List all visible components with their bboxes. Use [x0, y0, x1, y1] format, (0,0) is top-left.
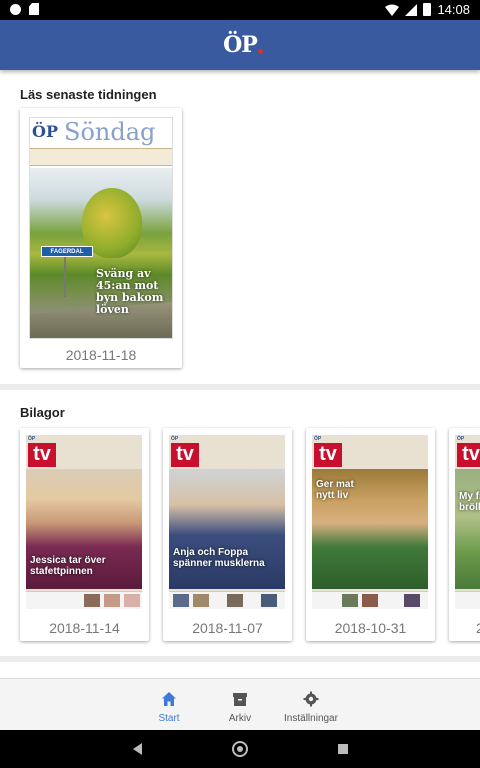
supplement-date: 2018-11-07 [192, 620, 263, 636]
supplement-card[interactable]: ÖP tv Ger mat nytt liv 2018-10-31 [306, 428, 435, 641]
edition-date: 2018-11-18 [65, 347, 137, 363]
back-icon[interactable] [133, 743, 142, 755]
app-bar: ÖP [0, 20, 480, 70]
cover-thumb [193, 594, 209, 607]
cover-op-mini-logo: ÖP [457, 436, 465, 442]
supplement-cover: ÖP tv Jessica tar över stafettpinnen [26, 435, 142, 609]
nav-archive[interactable]: Arkiv [210, 679, 270, 731]
system-navigation-bar [0, 730, 480, 768]
status-right: 14:08 [385, 2, 470, 17]
nav-start-label: Start [158, 713, 180, 724]
cover-thumb [84, 594, 100, 607]
latest-edition-section: Läs senaste tidningen ÖP Söndag FAGERDAL… [0, 70, 480, 384]
supplement-date: 2 [476, 620, 480, 636]
cover-photo [169, 469, 285, 589]
cover-road-sign: FAGERDAL [41, 246, 93, 257]
cover-op-logo: ÖP [32, 122, 58, 141]
nav-archive-label: Arkiv [228, 713, 252, 724]
supplement-card[interactable]: ÖP tv My fi brölle 2 [449, 428, 480, 641]
cover-masthead: ÖP Söndag [30, 118, 172, 146]
cover-photo [455, 469, 480, 589]
status-left [10, 3, 39, 15]
recent-apps-icon[interactable] [338, 744, 348, 754]
cover-bottom-strip [169, 591, 285, 609]
wifi-icon [385, 4, 400, 16]
cover-title: Ger mat nytt liv [316, 479, 354, 501]
battery-icon [423, 3, 432, 16]
cover-thumb [173, 594, 189, 607]
cover-bottom-strip [26, 591, 142, 609]
home-icon [162, 692, 176, 706]
supplement-card[interactable]: ÖP tv Jessica tar över stafettpinnen 201… [20, 428, 149, 641]
cover-op-mini-logo: ÖP [28, 436, 36, 442]
bottom-navigation: Start Arkiv Inställningar [0, 678, 480, 730]
gear-icon [303, 691, 319, 707]
cover-bottom-strip [312, 591, 428, 609]
tv-logo: tv [28, 443, 56, 467]
next-section-peek [0, 662, 480, 678]
status-time: 14:08 [437, 2, 470, 17]
cover-bottom-strip [455, 591, 480, 609]
supplement-cover: ÖP tv My fi brölle [455, 435, 480, 609]
nav-settings[interactable]: Inställningar [275, 679, 347, 731]
signal-icon [405, 3, 418, 16]
cover-signpost [64, 257, 66, 297]
main-content[interactable]: Läs senaste tidningen ÖP Söndag FAGERDAL… [0, 70, 480, 678]
tv-logo: tv [171, 443, 199, 467]
supplements-section: Bilagor ÖP tv Jessica tar över stafettpi… [0, 390, 480, 656]
cover-thumb [227, 594, 243, 607]
supplement-cover: ÖP tv Anja och Foppa spänner musklerna [169, 435, 285, 609]
cover-headline: Sväng av 45:an mot byn bakom löven [96, 267, 164, 316]
home-button-icon[interactable] [232, 741, 248, 757]
supplement-cover: ÖP tv Ger mat nytt liv [312, 435, 428, 609]
sd-card-icon [29, 3, 39, 15]
latest-section-title: Läs senaste tidningen [20, 87, 157, 102]
supplement-card[interactable]: ÖP tv Anja och Foppa spänner musklerna 2… [163, 428, 292, 641]
edition-cover: ÖP Söndag FAGERDAL Sväng av 45:an mot by… [29, 117, 173, 339]
cover-thumb [404, 594, 420, 607]
cover-thumb [261, 594, 277, 607]
cover-op-mini-logo: ÖP [314, 436, 322, 442]
cover-thumb [362, 594, 378, 607]
app-logo: ÖP [223, 32, 263, 58]
cover-title: My fi brölle [459, 491, 480, 513]
logo-dot [257, 49, 263, 54]
status-bar: 14:08 [0, 0, 480, 20]
cover-thumb [124, 594, 140, 607]
nav-settings-label: Inställningar [284, 713, 338, 724]
cover-thumb [342, 594, 358, 607]
cover-op-mini-logo: ÖP [171, 436, 179, 442]
cover-masthead-name: Söndag [64, 118, 156, 146]
tv-logo: tv [314, 443, 342, 467]
cover-teaser-strip [30, 148, 172, 166]
cover-title: Anja och Foppa spänner musklerna [173, 547, 265, 569]
nav-start[interactable]: Start [139, 679, 199, 731]
supplement-date: 2018-11-14 [49, 620, 120, 636]
tv-logo: tv [457, 443, 480, 467]
supplements-section-title: Bilagor [20, 405, 65, 420]
archive-icon [233, 693, 247, 706]
app-logo-text: ÖP [223, 32, 258, 58]
latest-edition-card[interactable]: ÖP Söndag FAGERDAL Sväng av 45:an mot by… [20, 108, 182, 368]
cover-title: Jessica tar över stafettpinnen [30, 555, 106, 577]
supplement-date: 2018-10-31 [334, 620, 407, 636]
cover-thumb [104, 594, 120, 607]
notification-dot-icon [10, 3, 21, 15]
